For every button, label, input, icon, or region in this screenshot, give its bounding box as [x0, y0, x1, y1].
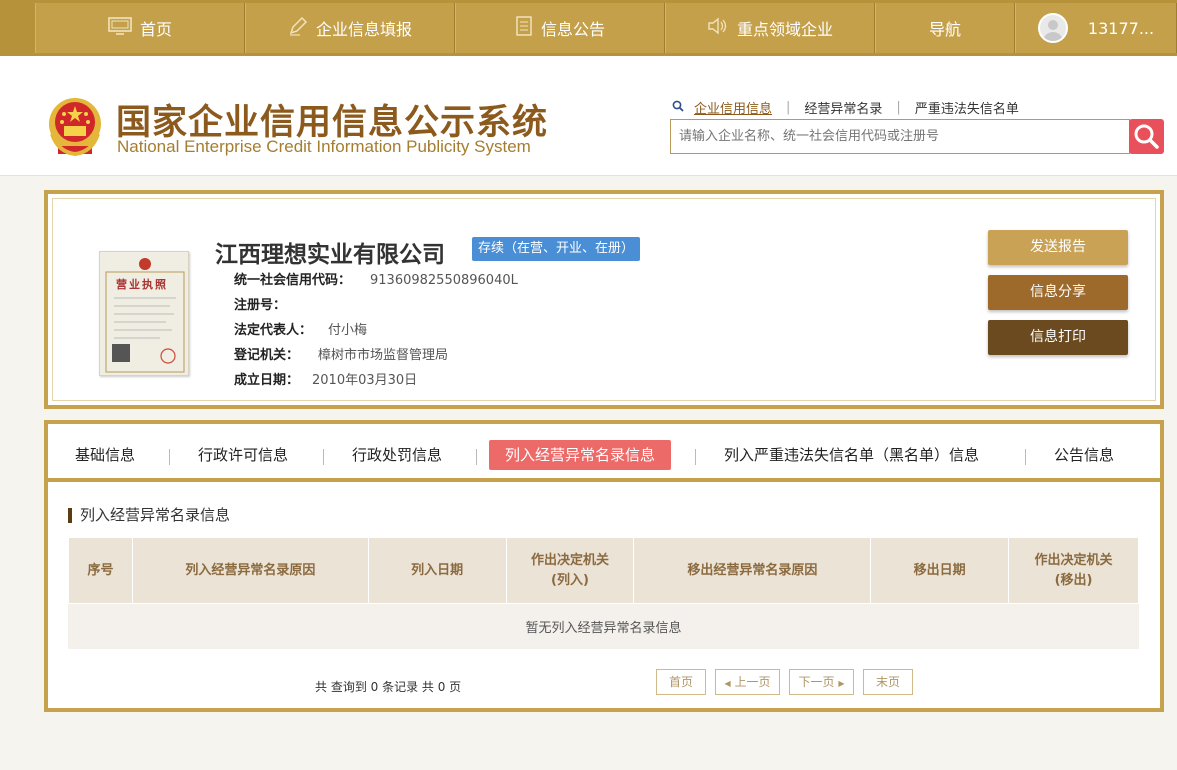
column-header: 移出日期 — [870, 537, 1010, 604]
column-header: 序号 — [68, 537, 133, 604]
column-header: 列入经营异常名录原因 — [131, 537, 369, 604]
search-box — [670, 119, 1130, 154]
prev-page-button[interactable]: ◀ 上一页 — [715, 669, 780, 695]
chevron-left-icon: ◀ — [724, 679, 731, 688]
pagination-summary: 共 查询到 0 条记录 共 0 页 — [315, 680, 462, 694]
user-menu[interactable]: 13177... — [1015, 3, 1177, 53]
company-card: 营业执照 江西理想实业有限公司 存续（在营、开业、在册） 统一社会信用代码： 91… — [44, 190, 1164, 409]
national-emblem-icon — [49, 98, 101, 157]
search-type-links: 企业信用信息 | 经营异常名录 | 严重违法失信名单 — [672, 98, 1019, 117]
divider: | — [896, 100, 901, 115]
divider: | — [786, 100, 791, 115]
top-navigation: 首页 企业信息填报 信息公告 重点领域企业 导航 13177... — [0, 0, 1177, 56]
tab-divider — [1025, 449, 1026, 465]
speaker-icon — [707, 17, 729, 39]
field-credit-code: 统一社会信用代码： 91360982550896040L — [234, 269, 518, 288]
prev-page-label: 上一页 — [734, 675, 771, 689]
nav-announcements[interactable]: 信息公告 — [455, 3, 665, 53]
status-badge: 存续（在营、开业、在册） — [472, 237, 641, 261]
tab-abnormal-list[interactable]: 列入经营异常名录信息 — [489, 440, 672, 470]
field-established-date: 成立日期： 2010年03月30日 — [234, 369, 417, 388]
nav-home-label: 首页 — [139, 20, 172, 39]
site-subtitle: National Enterprise Credit Information P… — [117, 137, 531, 156]
field-value: 2010年03月30日 — [312, 373, 418, 388]
field-label: 法定代表人： — [234, 323, 313, 338]
search-button[interactable] — [1129, 119, 1164, 154]
search-link-enterprise[interactable]: 企业信用信息 — [694, 98, 772, 117]
table-row: 暂无列入经营异常名录信息 — [68, 603, 1139, 649]
field-reg-number: 注册号： — [234, 294, 286, 313]
nav-key-sectors[interactable]: 重点领域企业 — [665, 3, 875, 53]
search-link-abnormal[interactable]: 经营异常名录 — [804, 98, 882, 117]
tab-blacklist[interactable]: 列入严重违法失信名单（黑名单）信息 — [724, 440, 979, 470]
license-title: 营业执照 — [116, 278, 168, 291]
print-info-button[interactable]: 信息打印 — [988, 320, 1128, 355]
search-icon — [1134, 124, 1159, 149]
field-label: 注册号： — [234, 298, 287, 313]
document-icon — [515, 16, 533, 40]
next-page-button[interactable]: 下一页 ▶ — [789, 669, 854, 695]
nav-key-sectors-label: 重点领域企业 — [736, 20, 833, 39]
nav-home[interactable]: 首页 — [35, 3, 245, 53]
tab-basic-info[interactable]: 基础信息 — [75, 440, 135, 470]
company-card-inner: 营业执照 江西理想实业有限公司 存续（在营、开业、在册） 统一社会信用代码： 91… — [52, 198, 1156, 401]
info-tabs-panel: 基础信息 行政许可信息 行政处罚信息 列入经营异常名录信息 列入严重违法失信名单… — [44, 420, 1164, 712]
field-label: 统一社会信用代码： — [234, 273, 352, 288]
user-name: 13177... — [1087, 18, 1155, 38]
section-title: 列入经营异常名录信息 — [68, 508, 230, 523]
tab-admin-license[interactable]: 行政许可信息 — [198, 440, 288, 470]
nav-navigation[interactable]: 导航 — [875, 3, 1015, 53]
column-header: 作出决定机关 (移出) — [1008, 537, 1139, 604]
send-report-button[interactable]: 发送报告 — [988, 230, 1128, 265]
nav-company-report-label: 企业信息填报 — [315, 20, 412, 39]
column-header: 作出决定机关 (列入) — [505, 537, 635, 604]
nav-announcements-label: 信息公告 — [540, 20, 605, 39]
last-page-button[interactable]: 末页 — [863, 669, 913, 695]
avatar — [1037, 13, 1068, 43]
tab-divider — [323, 449, 324, 465]
field-registration-authority: 登记机关： 樟树市市场监督管理局 — [234, 344, 448, 363]
company-name: 江西理想实业有限公司 — [215, 242, 445, 268]
first-page-button[interactable]: 首页 — [656, 669, 706, 695]
chevron-right-icon: ▶ — [838, 679, 845, 688]
tab-admin-penalty[interactable]: 行政处罚信息 — [352, 440, 442, 470]
table-header-row: 序号 列入经营异常名录原因 列入日期 作出决定机关 (列入) 移出经营异常名录原… — [68, 537, 1139, 604]
column-header: 移出经营异常名录原因 — [633, 537, 872, 604]
field-value: 樟树市市场监督管理局 — [318, 348, 449, 363]
field-label: 成立日期： — [234, 373, 300, 388]
field-legal-rep: 法定代表人： 付小梅 — [234, 319, 367, 338]
field-label: 登记机关： — [234, 348, 300, 363]
monitor-icon — [108, 17, 132, 39]
field-value: 91360982550896040L — [370, 273, 518, 288]
tab-bar: 基础信息 行政许可信息 行政处罚信息 列入经营异常名录信息 列入严重违法失信名单… — [48, 424, 1160, 482]
search-icon — [672, 100, 684, 116]
next-page-label: 下一页 — [798, 675, 835, 689]
empty-table-message: 暂无列入经营异常名录信息 — [68, 603, 1139, 649]
tab-announcements[interactable]: 公告信息 — [1054, 440, 1114, 470]
field-value: 付小梅 — [328, 323, 368, 338]
search-input[interactable] — [671, 120, 1129, 153]
pen-icon — [288, 16, 308, 40]
share-info-button[interactable]: 信息分享 — [988, 275, 1128, 310]
search-link-blacklist[interactable]: 严重违法失信名单 — [915, 98, 1019, 117]
tab-divider — [169, 449, 170, 465]
column-header: 列入日期 — [367, 537, 507, 604]
nav-navigation-label: 导航 — [928, 20, 961, 39]
site-header: 国家企业信用信息公示系统 National Enterprise Credit … — [0, 56, 1177, 176]
abnormal-list-table: 序号 列入经营异常名录原因 列入日期 作出决定机关 (列入) 移出经营异常名录原… — [68, 537, 1139, 649]
business-license-image[interactable]: 营业执照 — [99, 251, 189, 376]
tab-divider — [476, 449, 477, 465]
tab-divider — [695, 449, 696, 465]
nav-company-report[interactable]: 企业信息填报 — [245, 3, 455, 53]
